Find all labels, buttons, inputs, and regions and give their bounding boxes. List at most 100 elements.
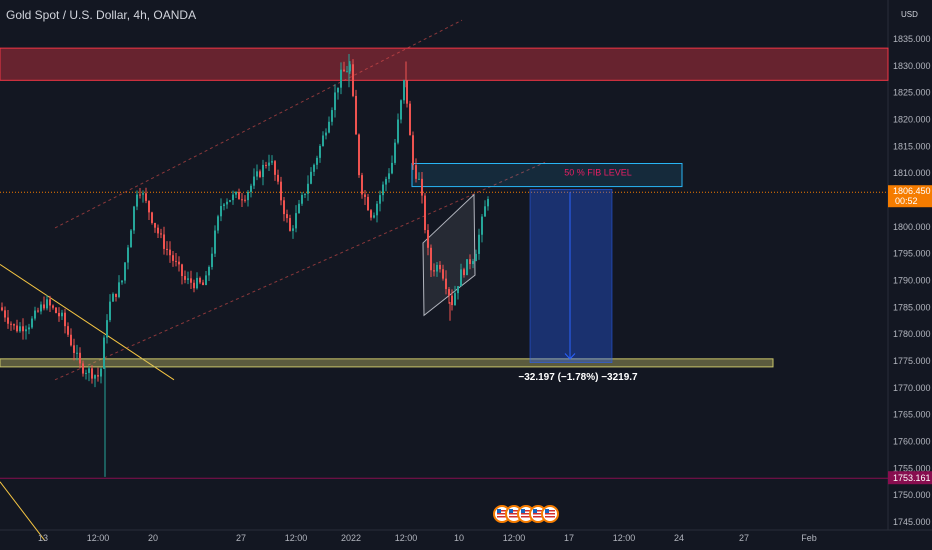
candle-body bbox=[40, 304, 42, 312]
candle-body bbox=[289, 218, 291, 231]
candle-body bbox=[259, 171, 261, 177]
support-zone[interactable] bbox=[0, 358, 774, 368]
candle-body bbox=[397, 119, 399, 143]
candle-body bbox=[358, 134, 360, 176]
candle-body bbox=[118, 282, 120, 297]
candle-body bbox=[199, 277, 201, 283]
candle-body bbox=[475, 253, 477, 262]
low-price-value: 1753.161 bbox=[893, 473, 931, 483]
candle-body bbox=[148, 200, 150, 213]
us-flag-icon[interactable] bbox=[541, 505, 559, 523]
candle-body bbox=[268, 162, 270, 166]
candle-body bbox=[205, 275, 207, 286]
price-axis-tick: 1770.000 bbox=[893, 383, 931, 393]
candle-body bbox=[208, 266, 210, 276]
candle-body bbox=[403, 80, 405, 101]
candle-body bbox=[457, 286, 459, 294]
candle-body bbox=[436, 264, 438, 272]
candle-body bbox=[10, 323, 12, 325]
candle-body bbox=[451, 295, 453, 306]
candle-body bbox=[238, 192, 240, 200]
candle-body bbox=[316, 157, 318, 165]
candle-body bbox=[346, 71, 348, 73]
candle-body bbox=[49, 299, 51, 306]
fib-level-box[interactable] bbox=[411, 163, 683, 188]
candle-body bbox=[280, 181, 282, 201]
candle-body bbox=[136, 194, 138, 207]
candle-body bbox=[469, 259, 471, 265]
candle-body bbox=[28, 327, 30, 330]
candle-body bbox=[61, 312, 63, 317]
candle-body bbox=[373, 215, 375, 218]
candle-body bbox=[169, 249, 171, 256]
candle-body bbox=[58, 312, 60, 317]
candle-body bbox=[304, 193, 306, 195]
candle-body bbox=[121, 280, 123, 283]
candle-body bbox=[214, 230, 216, 254]
time-axis-tick: 20 bbox=[148, 533, 158, 543]
candle-body bbox=[127, 247, 129, 263]
candle-body bbox=[271, 161, 273, 163]
candle-body bbox=[283, 200, 285, 215]
candle-body bbox=[391, 162, 393, 174]
candle-body bbox=[157, 227, 159, 234]
candle-body bbox=[250, 185, 252, 192]
price-axis-tick: 1745.000 bbox=[893, 517, 931, 527]
candle-body bbox=[355, 95, 357, 135]
price-axis-tick: 1790.000 bbox=[893, 276, 931, 286]
candle-body bbox=[106, 320, 108, 338]
candle-body bbox=[319, 146, 321, 158]
price-axis-tick: 1820.000 bbox=[893, 115, 931, 125]
short-position-box[interactable] bbox=[529, 189, 613, 363]
candle-body bbox=[382, 184, 384, 196]
candle-body bbox=[223, 204, 225, 207]
candle-body bbox=[193, 282, 195, 289]
trendline-lower[interactable] bbox=[0, 481, 46, 542]
candle-body bbox=[427, 230, 429, 248]
candle-body bbox=[202, 282, 204, 286]
candle-body bbox=[97, 375, 99, 377]
candle-body bbox=[163, 234, 165, 249]
candle-body bbox=[487, 199, 489, 207]
candle-body bbox=[55, 307, 57, 313]
countdown-timer: 00:52 bbox=[895, 196, 918, 206]
candle-body bbox=[430, 247, 432, 271]
candle-body bbox=[379, 195, 381, 204]
price-axis-tick: 1825.000 bbox=[893, 88, 931, 98]
time-axis-tick: 24 bbox=[674, 533, 684, 543]
price-axis-tick: 1750.000 bbox=[893, 490, 931, 500]
candle-body bbox=[139, 194, 141, 196]
candle-body bbox=[445, 278, 447, 290]
candle-body bbox=[343, 69, 345, 72]
fib-level-label: 50 % FIB LEVEL bbox=[564, 167, 632, 177]
chart-pane[interactable]: 50 % FIB LEVEL −32.197 (−1.78%) −3219.7 18… bbox=[0, 0, 932, 550]
candle-body bbox=[298, 203, 300, 214]
time-axis-tick: 12:00 bbox=[613, 533, 636, 543]
candle-body bbox=[100, 368, 102, 377]
time-axis-tick: 27 bbox=[236, 533, 246, 543]
candle-body bbox=[67, 326, 69, 335]
time-axis-tick: Feb bbox=[801, 533, 817, 543]
candle-body bbox=[340, 69, 342, 88]
candle-body bbox=[385, 178, 387, 185]
candle-body bbox=[418, 178, 420, 180]
symbol-title[interactable]: Gold Spot / U.S. Dollar, 4h, OANDA bbox=[6, 8, 196, 22]
candle-body bbox=[142, 193, 144, 195]
resistance-zone[interactable] bbox=[0, 47, 889, 81]
candle-body bbox=[217, 216, 219, 231]
price-axis-tick: 1795.000 bbox=[893, 249, 931, 259]
candle-body bbox=[166, 248, 168, 250]
candle-body bbox=[160, 233, 162, 235]
candle-body bbox=[88, 368, 90, 373]
time-axis-tick: 17 bbox=[564, 533, 574, 543]
candle-body bbox=[190, 278, 192, 283]
candle-body bbox=[277, 174, 279, 182]
candle-body bbox=[394, 142, 396, 163]
price-axis-tick: 1835.000 bbox=[893, 34, 931, 44]
candle-body bbox=[412, 135, 414, 166]
time-axis-tick: 12:00 bbox=[503, 533, 526, 543]
candle-body bbox=[247, 191, 249, 201]
candle-body bbox=[433, 270, 435, 272]
price-chart[interactable]: 50 % FIB LEVEL −32.197 (−1.78%) −3219.7 18… bbox=[0, 0, 932, 550]
price-axis-tick: 1800.000 bbox=[893, 222, 931, 232]
